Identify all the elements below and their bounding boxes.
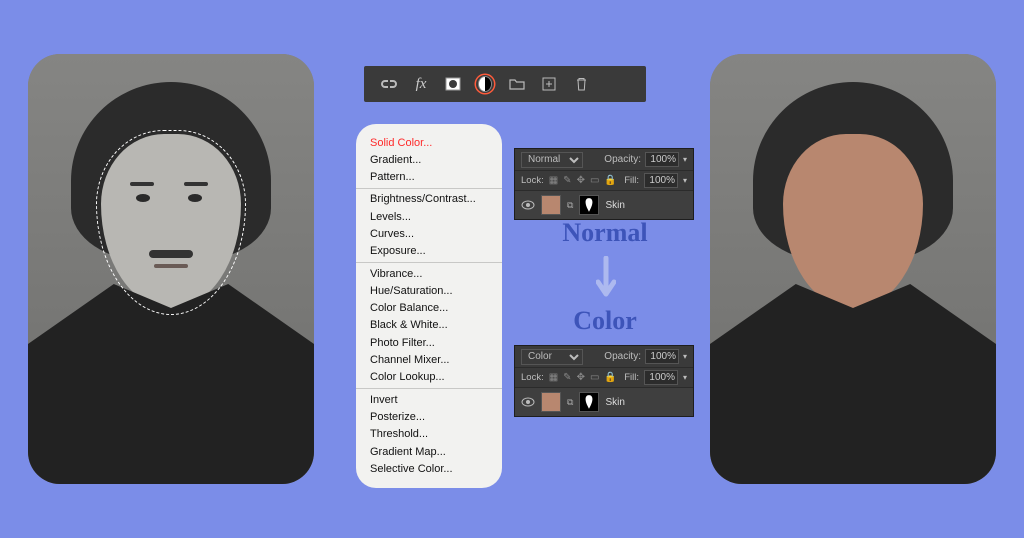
opacity-input[interactable] [645,349,679,364]
eye [188,194,202,202]
layers-panel-color: Color Opacity: ▾ Lock: ▦ ✎ ✥ ▭ 🔒 Fill: ▾… [514,345,694,417]
face-shape [783,134,923,309]
eyebrow [130,182,154,186]
eye [136,194,150,202]
lock-all-icon[interactable]: 🔒 [604,175,616,186]
menu-item-threshold[interactable]: Threshold... [356,426,502,443]
layer-link-icon[interactable]: ⧉ [567,397,573,408]
menu-item-solid-color[interactable]: Solid Color... [356,134,502,151]
blend-mode-select[interactable]: Color [521,349,583,365]
mask-icon[interactable] [444,75,462,93]
portrait [710,54,996,484]
fill-input[interactable] [644,370,678,385]
menu-item-posterize[interactable]: Posterize... [356,408,502,425]
label-color: Color [520,306,690,336]
adjustment-layer-menu: Solid Color...Gradient...Pattern... Brigh… [356,124,502,488]
layer-mask-thumbnail[interactable] [579,392,599,412]
menu-item-pattern[interactable]: Pattern... [356,169,502,186]
layer-color-thumbnail[interactable] [541,195,561,215]
menu-item-color-lookup[interactable]: Color Lookup... [356,369,502,386]
mouth [154,264,188,268]
menu-item-gradient-map[interactable]: Gradient Map... [356,443,502,460]
visibility-toggle-icon[interactable] [521,395,535,409]
fill-input[interactable] [644,173,678,188]
blend-mode-select[interactable]: Normal [521,152,583,168]
moustache [149,250,193,258]
menu-item-black-white[interactable]: Black & White... [356,317,502,334]
lock-artboard-icon[interactable]: ▭ [590,175,599,186]
eyebrow [184,182,208,186]
arrow-down-icon [596,256,616,302]
layers-toolbar: fx [364,66,646,102]
link-icon[interactable] [380,75,398,93]
layer-link-icon[interactable]: ⧉ [567,200,573,211]
lock-position-icon[interactable]: ✥ [577,175,585,186]
layer-row[interactable]: ⧉ Skin [515,191,693,219]
layer-row[interactable]: ⧉ Skin [515,388,693,416]
delete-icon[interactable] [572,75,590,93]
lock-artboard-icon[interactable]: ▭ [590,372,599,383]
opacity-label: Opacity: [604,351,641,362]
menu-item-exposure[interactable]: Exposure... [356,243,502,260]
menu-item-curves[interactable]: Curves... [356,225,502,242]
layers-panel-normal: Normal Opacity: ▾ Lock: ▦ ✎ ✥ ▭ 🔒 Fill: … [514,148,694,220]
menu-item-photo-filter[interactable]: Photo Filter... [356,334,502,351]
new-layer-icon[interactable] [540,75,558,93]
lock-pixels-icon[interactable]: ▦ [549,175,558,186]
menu-item-brightness-contrast[interactable]: Brightness/Contrast... [356,191,502,208]
lock-label: Lock: [521,175,544,186]
face-shape [101,134,241,309]
suit-shape [710,284,996,484]
menu-item-vibrance[interactable]: Vibrance... [356,265,502,282]
lock-position-icon[interactable]: ✥ [577,372,585,383]
opacity-input[interactable] [645,152,679,167]
layer-color-thumbnail[interactable] [541,392,561,412]
colorized-photo [710,54,996,484]
menu-item-invert[interactable]: Invert [356,391,502,408]
adjustment-layer-icon[interactable] [476,75,494,93]
menu-item-selective-color[interactable]: Selective Color... [356,460,502,477]
menu-item-levels[interactable]: Levels... [356,208,502,225]
menu-item-color-balance[interactable]: Color Balance... [356,300,502,317]
layer-name[interactable]: Skin [605,200,624,211]
lock-all-icon[interactable]: 🔒 [604,372,616,383]
menu-item-gradient[interactable]: Gradient... [356,151,502,168]
lock-label: Lock: [521,372,544,383]
menu-item-channel-mixer[interactable]: Channel Mixer... [356,352,502,369]
opacity-label: Opacity: [604,154,641,165]
fx-icon[interactable]: fx [412,75,430,93]
lock-brush-icon[interactable]: ✎ [563,372,571,383]
group-icon[interactable] [508,75,526,93]
lock-brush-icon[interactable]: ✎ [563,175,571,186]
layer-name[interactable]: Skin [605,397,624,408]
portrait [28,54,314,484]
original-photo [28,54,314,484]
fill-label: Fill: [624,372,639,383]
layer-mask-thumbnail[interactable] [579,195,599,215]
lock-pixels-icon[interactable]: ▦ [549,372,558,383]
fill-label: Fill: [624,175,639,186]
suit-shape [28,284,314,484]
label-normal: Normal [520,218,690,248]
visibility-toggle-icon[interactable] [521,198,535,212]
menu-item-hue-saturation[interactable]: Hue/Saturation... [356,282,502,299]
